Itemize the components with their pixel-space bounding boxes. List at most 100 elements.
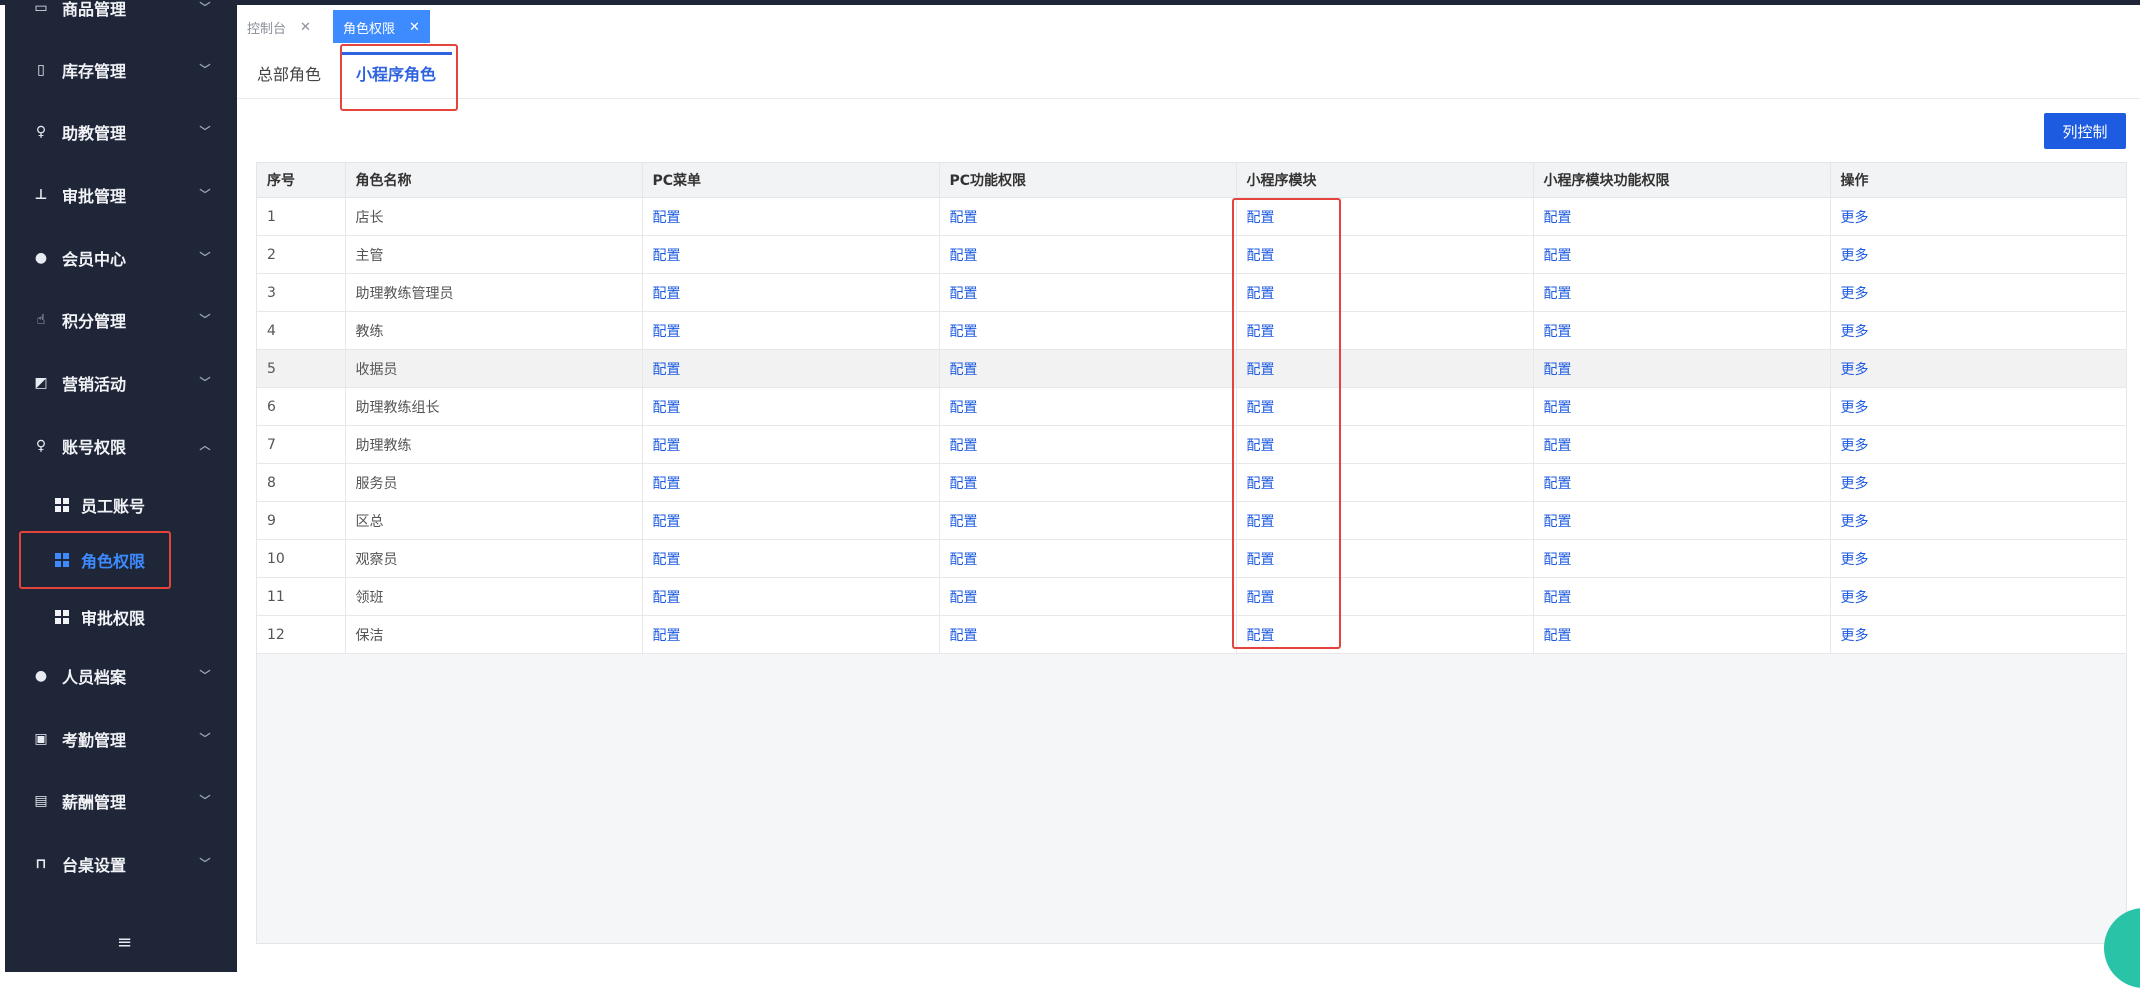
miniprogram-function-config-link[interactable]: 配置 [1544, 248, 1572, 264]
miniprogram-module-config-link[interactable]: 配置 [1247, 514, 1275, 530]
table-cell: 配置 [642, 539, 940, 578]
more-link[interactable]: 更多 [1841, 400, 1869, 416]
sidebar-item-points[interactable]: ☝ 积分管理 ﹀ [5, 298, 237, 342]
sidebar-item-table-settings[interactable]: ⊓ 台桌设置 ﹀ [5, 842, 237, 886]
miniprogram-function-config-link[interactable]: 配置 [1544, 476, 1572, 492]
tab-console[interactable]: 控制台 ✕ [237, 10, 321, 44]
table-cell: 配置 [939, 501, 1237, 540]
table-cell: 配置 [1236, 235, 1534, 274]
close-icon[interactable]: ✕ [409, 20, 420, 35]
miniprogram-module-config-link[interactable]: 配置 [1247, 248, 1275, 264]
table-cell: 配置 [642, 463, 940, 502]
pc-menu-config-link[interactable]: 配置 [653, 628, 681, 644]
pc-function-config-link[interactable]: 配置 [950, 286, 978, 302]
miniprogram-function-config-link[interactable]: 配置 [1544, 438, 1572, 454]
sidebar-item-assistant[interactable]: ♀ 助教管理 ﹀ [5, 110, 237, 154]
pc-menu-config-link[interactable]: 配置 [653, 514, 681, 530]
more-link[interactable]: 更多 [1841, 590, 1869, 606]
table-row: 1 店长 配置 配置 配置 配置 更多 [257, 197, 2127, 236]
pc-menu-config-link[interactable]: 配置 [653, 438, 681, 454]
miniprogram-module-config-link[interactable]: 配置 [1247, 590, 1275, 606]
pc-menu-config-link[interactable]: 配置 [653, 324, 681, 340]
miniprogram-module-config-link[interactable]: 配置 [1247, 552, 1275, 568]
close-icon[interactable]: ✕ [300, 20, 311, 35]
grid-icon [55, 610, 69, 624]
more-link[interactable]: 更多 [1841, 552, 1869, 568]
table-cell: 更多 [1830, 235, 2127, 274]
more-link[interactable]: 更多 [1841, 628, 1869, 644]
chevron-down-icon: ﹀ [199, 669, 211, 682]
miniprogram-function-config-link[interactable]: 配置 [1544, 400, 1572, 416]
pc-menu-config-link[interactable]: 配置 [653, 248, 681, 264]
miniprogram-function-config-link[interactable]: 配置 [1544, 552, 1572, 568]
pc-function-config-link[interactable]: 配置 [950, 552, 978, 568]
subtabs: 总部角色 小程序角色 [237, 43, 2140, 99]
more-link[interactable]: 更多 [1841, 362, 1869, 378]
miniprogram-module-config-link[interactable]: 配置 [1247, 438, 1275, 454]
table-cell: 配置 [1236, 615, 1534, 654]
sidebar-item-marketing[interactable]: ◩ 营销活动 ﹀ [5, 361, 237, 405]
pc-menu-config-link[interactable]: 配置 [653, 552, 681, 568]
miniprogram-function-config-link[interactable]: 配置 [1544, 210, 1572, 226]
more-link[interactable]: 更多 [1841, 210, 1869, 226]
miniprogram-function-config-link[interactable]: 配置 [1544, 286, 1572, 302]
sidebar-item-approval[interactable]: ⊥ 审批管理 ﹀ [5, 173, 237, 217]
subtab-headquarters-role[interactable]: 总部角色 [257, 61, 321, 85]
sidebar-item-attendance[interactable]: ▣ 考勤管理 ﹀ [5, 717, 237, 761]
sidebar-subitem-label: 角色权限 [81, 552, 146, 571]
menu-collapse-icon[interactable]: ≡ [117, 932, 132, 953]
pc-menu-config-link[interactable]: 配置 [653, 590, 681, 606]
pc-function-config-link[interactable]: 配置 [950, 324, 978, 340]
pc-menu-config-link[interactable]: 配置 [653, 476, 681, 492]
sidebar-item-member[interactable]: ● 会员中心 ﹀ [5, 236, 237, 280]
sidebar-item-goods[interactable]: ▭ 商品管理 ﹀ [5, 0, 237, 30]
tab-role-permission[interactable]: 角色权限 ✕ [333, 10, 430, 44]
pc-function-config-link[interactable]: 配置 [950, 400, 978, 416]
pc-function-config-link[interactable]: 配置 [950, 362, 978, 378]
pc-menu-config-link[interactable]: 配置 [653, 286, 681, 302]
miniprogram-module-config-link[interactable]: 配置 [1247, 400, 1275, 416]
more-link[interactable]: 更多 [1841, 248, 1869, 264]
sidebar-item-label: 台桌设置 [62, 856, 127, 875]
miniprogram-module-config-link[interactable]: 配置 [1247, 210, 1275, 226]
miniprogram-module-config-link[interactable]: 配置 [1247, 628, 1275, 644]
pc-function-config-link[interactable]: 配置 [950, 590, 978, 606]
pc-function-config-link[interactable]: 配置 [950, 438, 978, 454]
table-cell: 配置 [1236, 387, 1534, 426]
pc-menu-config-link[interactable]: 配置 [653, 362, 681, 378]
more-link[interactable]: 更多 [1841, 286, 1869, 302]
pc-function-config-link[interactable]: 配置 [950, 628, 978, 644]
pc-function-config-link[interactable]: 配置 [950, 248, 978, 264]
column-control-button[interactable]: 列控制 [2044, 113, 2126, 149]
more-link[interactable]: 更多 [1841, 514, 1869, 530]
miniprogram-module-config-link[interactable]: 配置 [1247, 324, 1275, 340]
pc-function-config-link[interactable]: 配置 [950, 210, 978, 226]
pc-menu-config-link[interactable]: 配置 [653, 400, 681, 416]
more-link[interactable]: 更多 [1841, 324, 1869, 340]
more-link[interactable]: 更多 [1841, 438, 1869, 454]
chevron-down-icon: ﹀ [199, 188, 211, 201]
user-icon: ♀ [35, 124, 47, 140]
miniprogram-function-config-link[interactable]: 配置 [1544, 590, 1572, 606]
more-link[interactable]: 更多 [1841, 476, 1869, 492]
miniprogram-function-config-link[interactable]: 配置 [1544, 514, 1572, 530]
miniprogram-module-config-link[interactable]: 配置 [1247, 476, 1275, 492]
table-cell: 配置 [1236, 501, 1534, 540]
pc-function-config-link[interactable]: 配置 [950, 476, 978, 492]
sidebar-item-inventory[interactable]: ▯ 库存管理 ﹀ [5, 48, 237, 92]
table-cell: 4 [257, 311, 346, 350]
miniprogram-module-config-link[interactable]: 配置 [1247, 286, 1275, 302]
column-header: 角色名称 [345, 163, 643, 198]
sidebar-item-personnel[interactable]: ● 人员档案 ﹀ [5, 654, 237, 698]
sidebar-subitem-approval-permission[interactable]: 审批权限 [5, 596, 237, 638]
miniprogram-function-config-link[interactable]: 配置 [1544, 362, 1572, 378]
sidebar-item-account[interactable]: ♀ 账号权限 ︿ [5, 424, 237, 468]
pc-menu-config-link[interactable]: 配置 [653, 210, 681, 226]
miniprogram-function-config-link[interactable]: 配置 [1544, 628, 1572, 644]
sidebar-subitem-role-permission[interactable]: 角色权限 [5, 539, 237, 581]
miniprogram-module-config-link[interactable]: 配置 [1247, 362, 1275, 378]
pc-function-config-link[interactable]: 配置 [950, 514, 978, 530]
sidebar-item-salary[interactable]: ▤ 薪酬管理 ﹀ [5, 779, 237, 823]
sidebar-subitem-staff-account[interactable]: 员工账号 [5, 484, 237, 526]
miniprogram-function-config-link[interactable]: 配置 [1544, 324, 1572, 340]
